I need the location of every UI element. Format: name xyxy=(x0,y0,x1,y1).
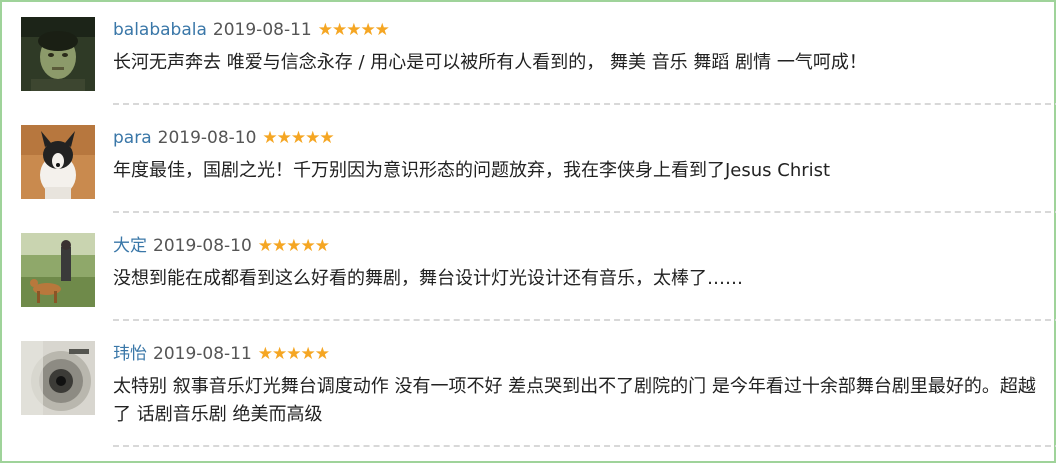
avatar-image xyxy=(21,341,95,415)
username-link[interactable]: 玮怡 xyxy=(113,344,147,364)
review-meta: para 2019-08-10 ★★★★★ xyxy=(113,125,335,151)
avatar[interactable] xyxy=(21,233,95,307)
review-meta: 玮怡 2019-08-11 ★★★★★ xyxy=(113,341,330,367)
review-comment: 太特别 叙事音乐灯光舞台调度动作 没有一项不好 差点哭到出不了剧院的门 是今年看… xyxy=(113,376,1036,425)
review-date: 2019-08-10 xyxy=(153,236,252,256)
review-meta: 大定 2019-08-10 ★★★★★ xyxy=(113,233,330,259)
avatar-image xyxy=(21,17,95,91)
avatar-image xyxy=(21,233,95,307)
star-rating: ★★★★★ xyxy=(257,344,330,364)
review-date: 2019-08-11 xyxy=(153,344,252,364)
divider xyxy=(113,319,1056,321)
review-list: balababala 2019-08-11 ★★★★★ 长河无声奔去 唯爱与信念永存… xyxy=(0,0,1056,463)
star-rating: ★★★★★ xyxy=(262,128,334,148)
divider xyxy=(113,103,1056,105)
username-link[interactable]: balababala xyxy=(113,20,207,40)
star-rating: ★★★★★ xyxy=(317,20,390,40)
review-comment: 长河无声奔去 唯爱与信念永存 / 用心是可以被所有人看到的， 舞美 音乐 舞蹈 … xyxy=(113,52,867,73)
review-comment: 没想到能在成都看到这么好看的舞剧，舞台设计灯光设计还有音乐，太棒了…… xyxy=(113,268,743,289)
review-date: 2019-08-11 xyxy=(212,20,312,40)
review-date: 2019-08-10 xyxy=(157,128,257,148)
avatar-image xyxy=(21,125,95,199)
review-meta: balababala 2019-08-11 ★★★★★ xyxy=(113,17,390,43)
username-link[interactable]: para xyxy=(113,128,152,148)
review-comment: 年度最佳，国剧之光！千万别因为意识形态的问题放弃，我在李侠身上看到了Jesus … xyxy=(113,160,831,181)
avatar[interactable] xyxy=(21,341,95,415)
avatar[interactable] xyxy=(21,17,95,91)
username-link[interactable]: 大定 xyxy=(113,236,147,256)
star-rating: ★★★★★ xyxy=(257,236,330,256)
divider xyxy=(113,211,1056,213)
avatar[interactable] xyxy=(21,125,95,199)
divider xyxy=(113,445,1056,447)
